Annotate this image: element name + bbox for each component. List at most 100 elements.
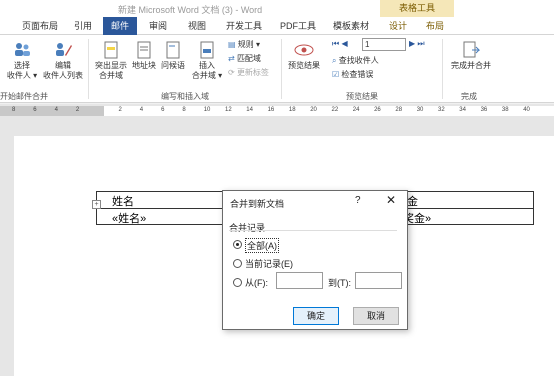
ruler-tick-label: 16 [267,107,275,113]
ruler-tick-label: 26 [374,107,381,113]
ruler-tick-label: 36 [480,107,488,113]
record-number-input[interactable]: 1 [362,38,406,51]
merge-records-group-label: 合并记录 [229,223,266,233]
from-input[interactable] [276,272,323,289]
record-navigator: ⏮ ◀ [332,38,348,50]
match-fields-button[interactable]: ⇄ 匹配域 [228,53,261,65]
tab-design[interactable]: 设计 [389,17,407,35]
check-errors-button[interactable]: ☑ 检查错误 [332,69,373,81]
radio-current-label[interactable]: 当前记录(E) [245,257,293,270]
merge-to-new-document-dialog: 合并到新文档 ? ✕ 合并记录 全部(A) 当前记录(E) 从(F): 到(T)… [222,190,408,330]
next-record-icon[interactable]: ▶ [409,39,415,48]
radio-from-range[interactable] [233,278,242,287]
tab-mailings[interactable]: 邮件 [103,17,138,35]
table-move-handle-icon[interactable]: + [92,200,101,209]
address-block-button[interactable]: 地址块 [130,41,158,71]
ribbon-separator [88,39,89,99]
ruler-tick-label: 32 [438,107,445,113]
ribbon-tabs: 页面布局 引用 邮件 审阅 视图 开发工具 PDF工具 模板素材 设计 布局 [0,17,554,35]
radio-from-label[interactable]: 从(F): [245,276,268,289]
close-icon[interactable]: ✕ [386,193,396,207]
radio-current-record[interactable] [233,259,242,268]
find-recipient-button[interactable]: ⌕ 查找收件人 [332,55,379,67]
ruler-tick-label: 34 [459,107,466,113]
tab-developer[interactable]: 开发工具 [226,17,262,35]
insert-merge-field-button[interactable]: 插入 合并域 ▾ [189,41,225,81]
ruler-tick-label: 6 [161,107,165,113]
address-block-icon [137,41,151,59]
ruler-tick-label: 24 [352,107,360,113]
help-icon[interactable]: ? [355,195,361,206]
group-preview-label: 预览结果 [346,92,378,101]
tab-review[interactable]: 审阅 [149,17,167,35]
check-label: 检查错误 [341,70,374,79]
highlight-sub-label: 合并域 [99,71,123,80]
tab-pdf-tools[interactable]: PDF工具 [280,17,316,35]
cancel-button[interactable]: 取消 [353,307,399,325]
ruler-tick-label: 38 [501,107,509,113]
select-recipients-button[interactable]: 选择 收件人 ▾ [2,41,42,81]
preview-icon [294,44,314,56]
first-record-icon[interactable]: ⏮ [332,39,339,48]
ruler-tick-label: 30 [416,107,424,113]
update-labels-button[interactable]: ⟳ 更新标签 [228,67,269,79]
tab-view[interactable]: 视图 [188,17,206,35]
insert-field-icon [200,41,214,59]
tab-templates[interactable]: 模板素材 [333,17,369,35]
prev-record-icon[interactable]: ◀ [341,39,347,48]
highlight-icon [104,41,118,59]
match-icon: ⇄ [228,54,235,63]
ruler-tick-label: 40 [523,107,530,113]
finish-merge-icon [463,41,480,58]
match-label: 匹配域 [236,54,261,63]
window-title: 新建 Microsoft Word 文档 (3) - Word [118,5,263,15]
rules-button[interactable]: ▤ 规则 ▾ [228,39,260,51]
radio-all-label[interactable]: 全部(A) [245,238,279,253]
tab-page-layout[interactable]: 页面布局 [22,17,58,35]
table-header-bonus[interactable]: 金 [407,193,418,209]
group-start-merge-label: 开始邮件合并 [0,92,48,101]
ruler-tick-label: 18 [288,107,296,113]
title-bar: 新建 Microsoft Word 文档 (3) - Word 表格工具 [0,0,554,17]
finish-merge-button[interactable]: 完成并合并 [444,41,498,71]
ruler-tick-label: 2 [75,107,80,113]
group-write-insert-label: 编写和插入域 [161,92,209,101]
to-label: 到(T): [328,278,351,288]
edit-label: 编辑 [55,61,71,70]
ruler-tick-label: 10 [203,107,211,113]
dialog-title: 合并到新文档 [230,199,285,209]
ruler-margin [0,106,104,116]
preview-results-button[interactable]: 预览结果 [283,41,325,71]
update-icon: ⟳ [228,68,235,77]
ribbon-separator [442,39,443,99]
highlight-fields-button[interactable]: 突出显示 合并域 [91,41,131,81]
ok-button[interactable]: 确定 [293,307,339,325]
edit-recipients-button[interactable]: 编辑 收件人列表 [40,41,86,81]
greeting-label: 问候语 [161,61,185,70]
merge-field-name[interactable]: «姓名» [112,210,146,226]
ruler-tick-label: 8 [182,107,186,113]
horizontal-ruler[interactable]: 8 6 4 2 2 4 6 8 10 12 14 16 18 20 22 24 26 28 30 32 34 36 38 40 [0,104,554,118]
last-record-icon[interactable]: ⏭ [417,39,424,48]
insert-label: 插入 [199,61,215,70]
tab-layout[interactable]: 布局 [426,17,444,35]
radio-all-records[interactable] [233,240,242,249]
ruler-tick-label: 6 [33,107,37,113]
highlight-label: 突出显示 [95,61,127,70]
tab-references[interactable]: 引用 [74,17,92,35]
ribbon-separator [281,39,282,99]
preview-label: 预览结果 [288,61,320,70]
ruler-tick-label: 14 [246,107,253,113]
group-divider [229,230,397,231]
select-label: 选择 [14,61,30,70]
table-header-name[interactable]: 姓名 [112,193,134,209]
record-navigator-next: ▶ ⏭ [409,38,425,50]
ruler-tick-label: 2 [118,107,122,113]
to-input[interactable] [355,272,402,289]
select-sub-label: 收件人 ▾ [6,71,38,80]
greeting-icon [166,41,180,59]
ruler-tick-label: 4 [139,107,144,113]
edit-sub-label: 收件人列表 [43,71,83,80]
find-icon: ⌕ [332,56,337,65]
greeting-line-button[interactable]: 问候语 [158,41,188,71]
